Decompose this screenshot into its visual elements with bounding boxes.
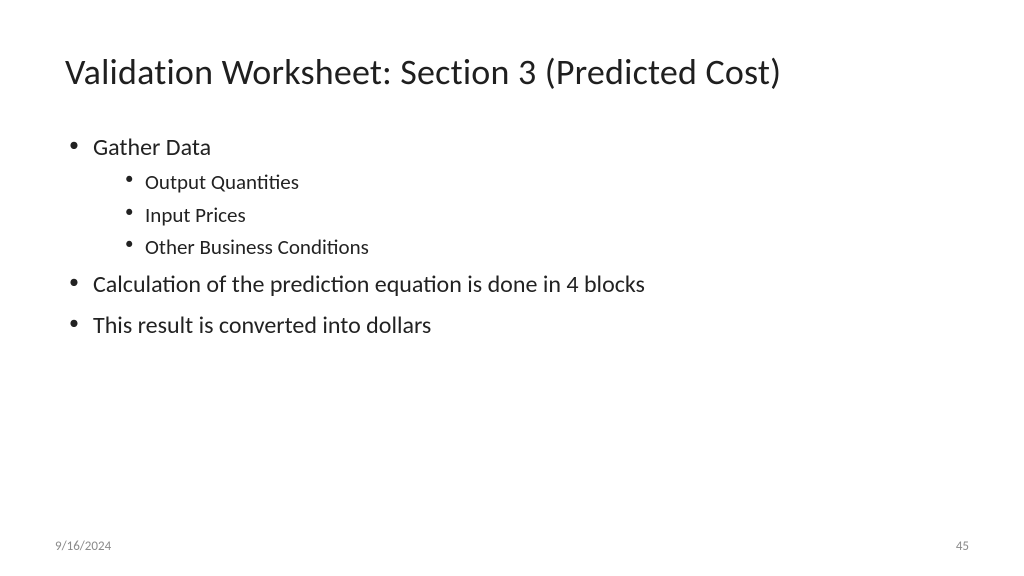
- bullet-item: This result is converted into dollars: [65, 310, 959, 342]
- sub-bullet-list: Output Quantities Input Prices Other Bus…: [93, 168, 959, 261]
- sub-bullet-text: Other Business Conditions: [145, 234, 369, 260]
- bullet-item: Calculation of the prediction equation i…: [65, 269, 959, 301]
- sub-bullet-item: Input Prices: [121, 201, 959, 229]
- slide: Validation Worksheet: Section 3 (Predict…: [0, 0, 1024, 576]
- sub-bullet-item: Other Business Conditions: [121, 233, 959, 261]
- bullet-text: Calculation of the prediction equation i…: [93, 270, 645, 299]
- bullet-item: Gather Data Output Quantities Input Pric…: [65, 132, 959, 261]
- bullet-text: Gather Data: [93, 133, 211, 162]
- slide-body: Gather Data Output Quantities Input Pric…: [65, 132, 959, 342]
- footer-date: 9/16/2024: [55, 539, 111, 554]
- sub-bullet-item: Output Quantities: [121, 168, 959, 196]
- bullet-text: This result is converted into dollars: [93, 311, 431, 340]
- sub-bullet-text: Output Quantities: [145, 169, 299, 195]
- bullet-list: Gather Data Output Quantities Input Pric…: [65, 132, 959, 342]
- slide-title: Validation Worksheet: Section 3 (Predict…: [65, 50, 959, 94]
- sub-bullet-text: Input Prices: [145, 202, 246, 228]
- footer-page-number: 45: [956, 539, 969, 554]
